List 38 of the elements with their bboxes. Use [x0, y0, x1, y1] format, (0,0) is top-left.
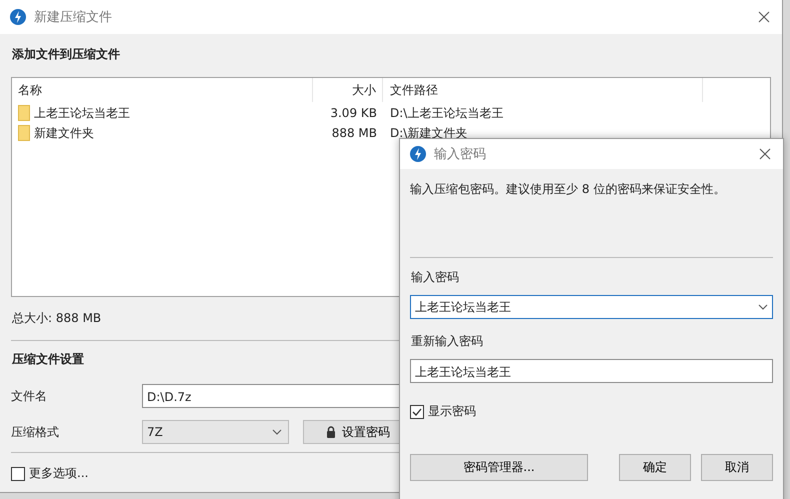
- checkbox-label[interactable]: 更多选项...: [29, 465, 88, 482]
- password-combobox[interactable]: 上老王论坛当老王: [410, 295, 773, 319]
- app-icon: [10, 9, 26, 25]
- app-icon: [410, 146, 426, 162]
- checkbox-label[interactable]: 显示密码: [428, 403, 476, 420]
- section-title: 压缩文件设置: [12, 351, 85, 368]
- chevron-icon: [272, 429, 282, 435]
- field-label: 压缩格式: [11, 424, 60, 440]
- confirm-password-field[interactable]: 上老王论坛当老王: [410, 359, 773, 383]
- field-label: 文件名: [11, 388, 48, 404]
- column-header[interactable]: 大小: [313, 78, 383, 102]
- lock-icon: [326, 426, 336, 438]
- format-dropdown[interactable]: 7Z: [142, 420, 289, 444]
- ok-button[interactable]: 确定: [619, 454, 691, 481]
- window-title: 新建压缩文件: [34, 9, 113, 26]
- description: 输入压缩包密码。建议使用至少 8 位的密码来保证安全性。: [410, 181, 726, 198]
- dialog-title: 输入密码: [434, 146, 487, 163]
- section-title: 添加文件到压缩文件: [12, 46, 121, 63]
- checkbox[interactable]: [410, 404, 424, 418]
- column-header[interactable]: 名称: [12, 78, 313, 102]
- field-label: 输入密码: [411, 269, 460, 286]
- close-icon[interactable]: [759, 148, 771, 160]
- cancel-button[interactable]: 取消: [701, 454, 773, 481]
- file-name: 上老王论坛当老王: [34, 104, 130, 122]
- close-icon[interactable]: [758, 11, 770, 23]
- chevron-icon: [758, 304, 768, 310]
- checkbox[interactable]: [11, 466, 25, 480]
- folder-icon: [18, 105, 30, 121]
- column-header[interactable]: 文件路径: [383, 78, 703, 102]
- file-size: 888 MB: [330, 126, 378, 140]
- file-size: 3.09 KB: [329, 106, 378, 120]
- folder-icon: [18, 125, 30, 141]
- total-size: 总大小: 888 MB: [12, 310, 102, 327]
- file-name: 新建文件夹: [34, 124, 94, 142]
- file-path: D:\上老王论坛当老王: [389, 104, 504, 122]
- password-manager-button[interactable]: 密码管理器...: [410, 454, 588, 481]
- file-path: D:\新建文件夹: [389, 124, 468, 142]
- field-label: 重新输入密码: [411, 333, 484, 350]
